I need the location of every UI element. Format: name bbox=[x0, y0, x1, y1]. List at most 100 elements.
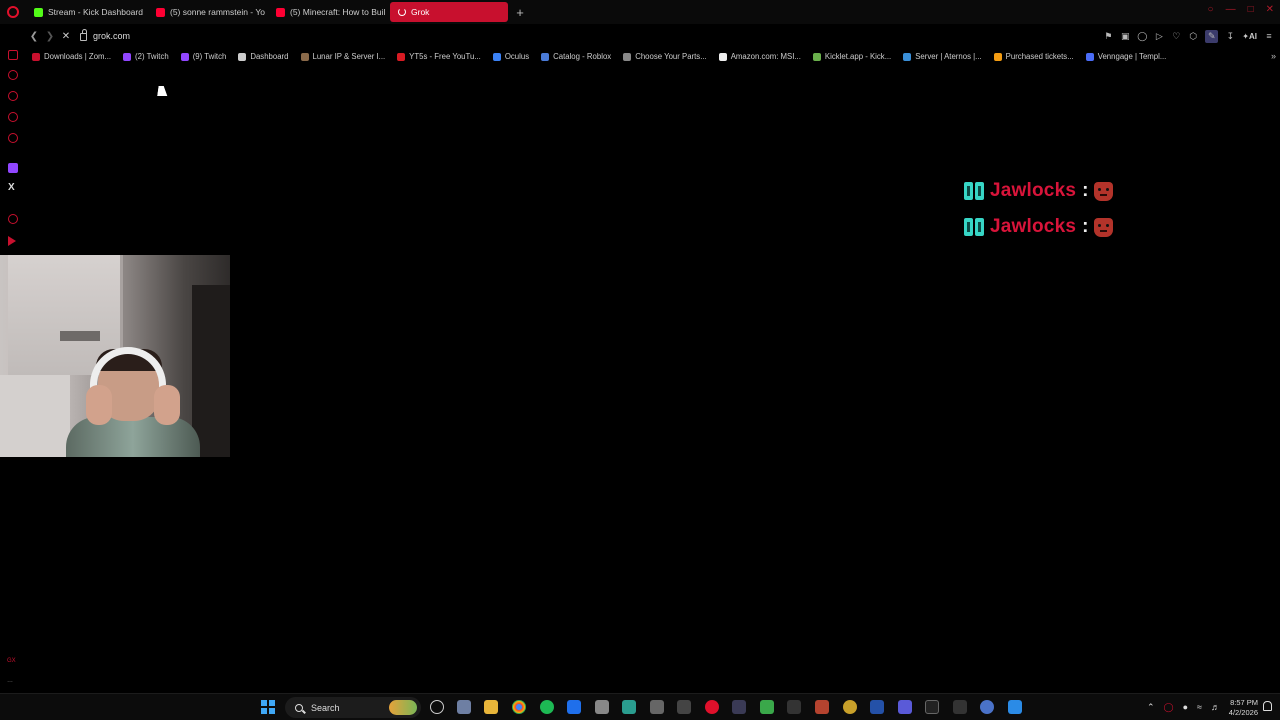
menu-icon[interactable]: ≡ bbox=[1264, 31, 1274, 41]
taskbar-obs-icon[interactable] bbox=[843, 700, 857, 714]
maximize-button[interactable]: □ bbox=[1248, 4, 1254, 15]
bookmark-item[interactable]: Server | Aternos |... bbox=[897, 52, 987, 61]
tab-grok[interactable]: Grok bbox=[390, 2, 508, 22]
bookmark-icon[interactable]: ⚑ bbox=[1103, 31, 1113, 41]
taskbar-app5-icon[interactable] bbox=[980, 700, 994, 714]
bookmark-item[interactable]: YT5s - Free YouTu... bbox=[391, 52, 487, 61]
url-field[interactable]: grok.com bbox=[80, 29, 130, 41]
back-button[interactable]: ❮ bbox=[26, 28, 42, 44]
taskbar-chrome-icon[interactable] bbox=[512, 700, 526, 714]
taskbar-opera-icon[interactable] bbox=[705, 700, 719, 714]
bookmark-item[interactable]: Venngage | Templ... bbox=[1080, 52, 1173, 61]
streamer bbox=[66, 347, 200, 457]
bookmark-item[interactable]: Dashboard bbox=[232, 52, 294, 61]
tab-kick-dashboard[interactable]: Stream - Kick Dashboard bbox=[26, 2, 148, 22]
taskbar-copilot-icon[interactable] bbox=[430, 700, 444, 714]
tray-wifi-icon[interactable]: ≈ bbox=[1197, 702, 1202, 713]
bookmark-item[interactable]: Lunar IP & Server I... bbox=[295, 52, 392, 61]
windows-start-icon[interactable] bbox=[261, 700, 275, 714]
bookmark-label: Kicklet.app - Kick... bbox=[824, 52, 892, 61]
bookmark-favicon-icon bbox=[812, 52, 821, 61]
taskbar-app-icon[interactable] bbox=[622, 700, 636, 714]
bookmarks-overflow-icon[interactable]: » bbox=[1271, 51, 1276, 61]
chat-message: Jawlocks : bbox=[964, 216, 1114, 238]
tab-youtube-rammstein[interactable]: (5) sonne rammstein - Yo bbox=[148, 2, 268, 22]
taskbar-app4-icon[interactable] bbox=[953, 700, 967, 714]
tab-label: (5) Minecraft: How to Buil bbox=[290, 7, 386, 17]
tab-youtube-minecraft[interactable]: (5) Minecraft: How to Buil bbox=[268, 2, 386, 22]
tray-opera-icon[interactable]: ◯ bbox=[1164, 702, 1174, 713]
sidebar-history-icon[interactable] bbox=[8, 133, 18, 143]
taskbar-minecraft-icon[interactable] bbox=[760, 700, 774, 714]
forward-button[interactable]: ❯ bbox=[42, 28, 58, 44]
bookmark-item[interactable]: Oculus bbox=[487, 52, 535, 61]
bookmark-favicon-icon bbox=[541, 52, 550, 61]
bookmark-favicon-icon bbox=[180, 52, 189, 61]
taskbar-spotify-icon[interactable] bbox=[540, 700, 554, 714]
tray-overflow-icon[interactable]: ⌃ bbox=[1147, 702, 1155, 713]
taskbar-steam-icon[interactable] bbox=[650, 700, 664, 714]
bookmark-label: Catalog - Roblox bbox=[553, 52, 612, 61]
sidebar-speeddial-icon[interactable] bbox=[8, 112, 18, 122]
bookmarks-bar: Downloads | Zom... (2) Twitch (9) Twitch Da… bbox=[26, 48, 1280, 65]
snapshot-icon[interactable]: ▣ bbox=[1120, 31, 1130, 41]
loading-spinner-icon bbox=[398, 8, 406, 16]
minimize-button[interactable]: — bbox=[1226, 4, 1236, 15]
sidebar-player-icon[interactable] bbox=[8, 236, 16, 246]
sidebar-settings-icon[interactable] bbox=[8, 214, 18, 224]
tray-volume-icon[interactable]: ♬ bbox=[1211, 702, 1220, 713]
taskbar-photos-icon[interactable] bbox=[457, 700, 471, 714]
search-tabs-icon[interactable]: ○ bbox=[1208, 4, 1214, 15]
close-button[interactable]: ✕ bbox=[1266, 4, 1274, 15]
shield-icon[interactable]: ◯ bbox=[1137, 31, 1147, 41]
toolbar-actions: ⚑ ▣ ◯ ▷ ♡ ⬡ ✎ ↧ ✦AI ≡ bbox=[1103, 27, 1274, 45]
sidebar-gx-icon[interactable]: GX bbox=[7, 658, 16, 664]
download-icon[interactable]: ↧ bbox=[1225, 31, 1235, 41]
bookmark-item[interactable]: Catalog - Roblox bbox=[535, 52, 617, 61]
bookmark-item[interactable]: Kicklet.app - Kick... bbox=[807, 52, 897, 61]
search-label: Search bbox=[311, 702, 340, 713]
new-tab-button[interactable]: + bbox=[512, 4, 528, 20]
bookmark-item[interactable]: (9) Twitch bbox=[175, 52, 233, 61]
bookmark-label: Amazon.com: MSI... bbox=[730, 52, 801, 61]
heart-icon[interactable]: ♡ bbox=[1171, 31, 1181, 41]
bookmark-item[interactable]: Choose Your Parts... bbox=[617, 52, 713, 61]
active-extension-icon[interactable]: ✎ bbox=[1205, 29, 1219, 43]
taskbar-game-icon[interactable] bbox=[815, 700, 829, 714]
taskbar-epic-icon[interactable] bbox=[677, 700, 691, 714]
taskbar-search[interactable]: Search bbox=[285, 697, 421, 718]
bookmark-item[interactable]: Amazon.com: MSI... bbox=[713, 52, 807, 61]
sidebar-aria-icon[interactable] bbox=[8, 70, 18, 80]
clock[interactable]: 8:57 PM 4/2/2026 bbox=[1229, 698, 1258, 718]
sidebar-more-icon[interactable]: … bbox=[7, 678, 13, 684]
bookmark-item[interactable]: Purchased tickets... bbox=[988, 52, 1080, 61]
sidebar-twitch-icon[interactable] bbox=[8, 163, 18, 173]
ai-label: AI bbox=[1249, 31, 1257, 41]
notification-bell-icon[interactable] bbox=[1263, 701, 1272, 711]
taskbar-tiktok-icon[interactable] bbox=[925, 700, 939, 714]
bookmark-item[interactable]: Downloads | Zom... bbox=[26, 52, 117, 61]
bookmark-favicon-icon bbox=[623, 52, 632, 61]
ai-button[interactable]: ✦AI bbox=[1242, 32, 1257, 41]
extensions-icon[interactable]: ⬡ bbox=[1188, 31, 1198, 41]
taskbar-discord-icon[interactable] bbox=[595, 700, 609, 714]
taskbar-app2-icon[interactable] bbox=[870, 700, 884, 714]
bookmark-item[interactable]: (2) Twitch bbox=[117, 52, 175, 61]
taskbar-app3-icon[interactable] bbox=[898, 700, 912, 714]
tray-mic-icon[interactable]: ● bbox=[1183, 702, 1188, 713]
sidebar-messenger-icon[interactable] bbox=[8, 50, 18, 60]
sidebar-x-icon[interactable]: X bbox=[8, 182, 15, 193]
stop-loading-button[interactable]: ✕ bbox=[58, 28, 74, 44]
taskbar-react-icon[interactable] bbox=[732, 700, 746, 714]
taskbar-ez-icon[interactable] bbox=[787, 700, 801, 714]
taskbar-app6-icon[interactable] bbox=[1008, 700, 1022, 714]
clock-time: 8:57 PM bbox=[1230, 698, 1258, 707]
player-icon[interactable]: ▷ bbox=[1154, 31, 1164, 41]
sidebar-workspace-icon[interactable] bbox=[8, 91, 18, 101]
taskbar-explorer-icon[interactable] bbox=[484, 700, 498, 714]
bookmark-favicon-icon bbox=[993, 52, 1002, 61]
chat-username: Jawlocks bbox=[990, 216, 1077, 237]
bookmark-label: Oculus bbox=[504, 52, 530, 61]
opera-menu-button[interactable] bbox=[0, 0, 26, 24]
taskbar-editor-icon[interactable] bbox=[567, 700, 581, 714]
